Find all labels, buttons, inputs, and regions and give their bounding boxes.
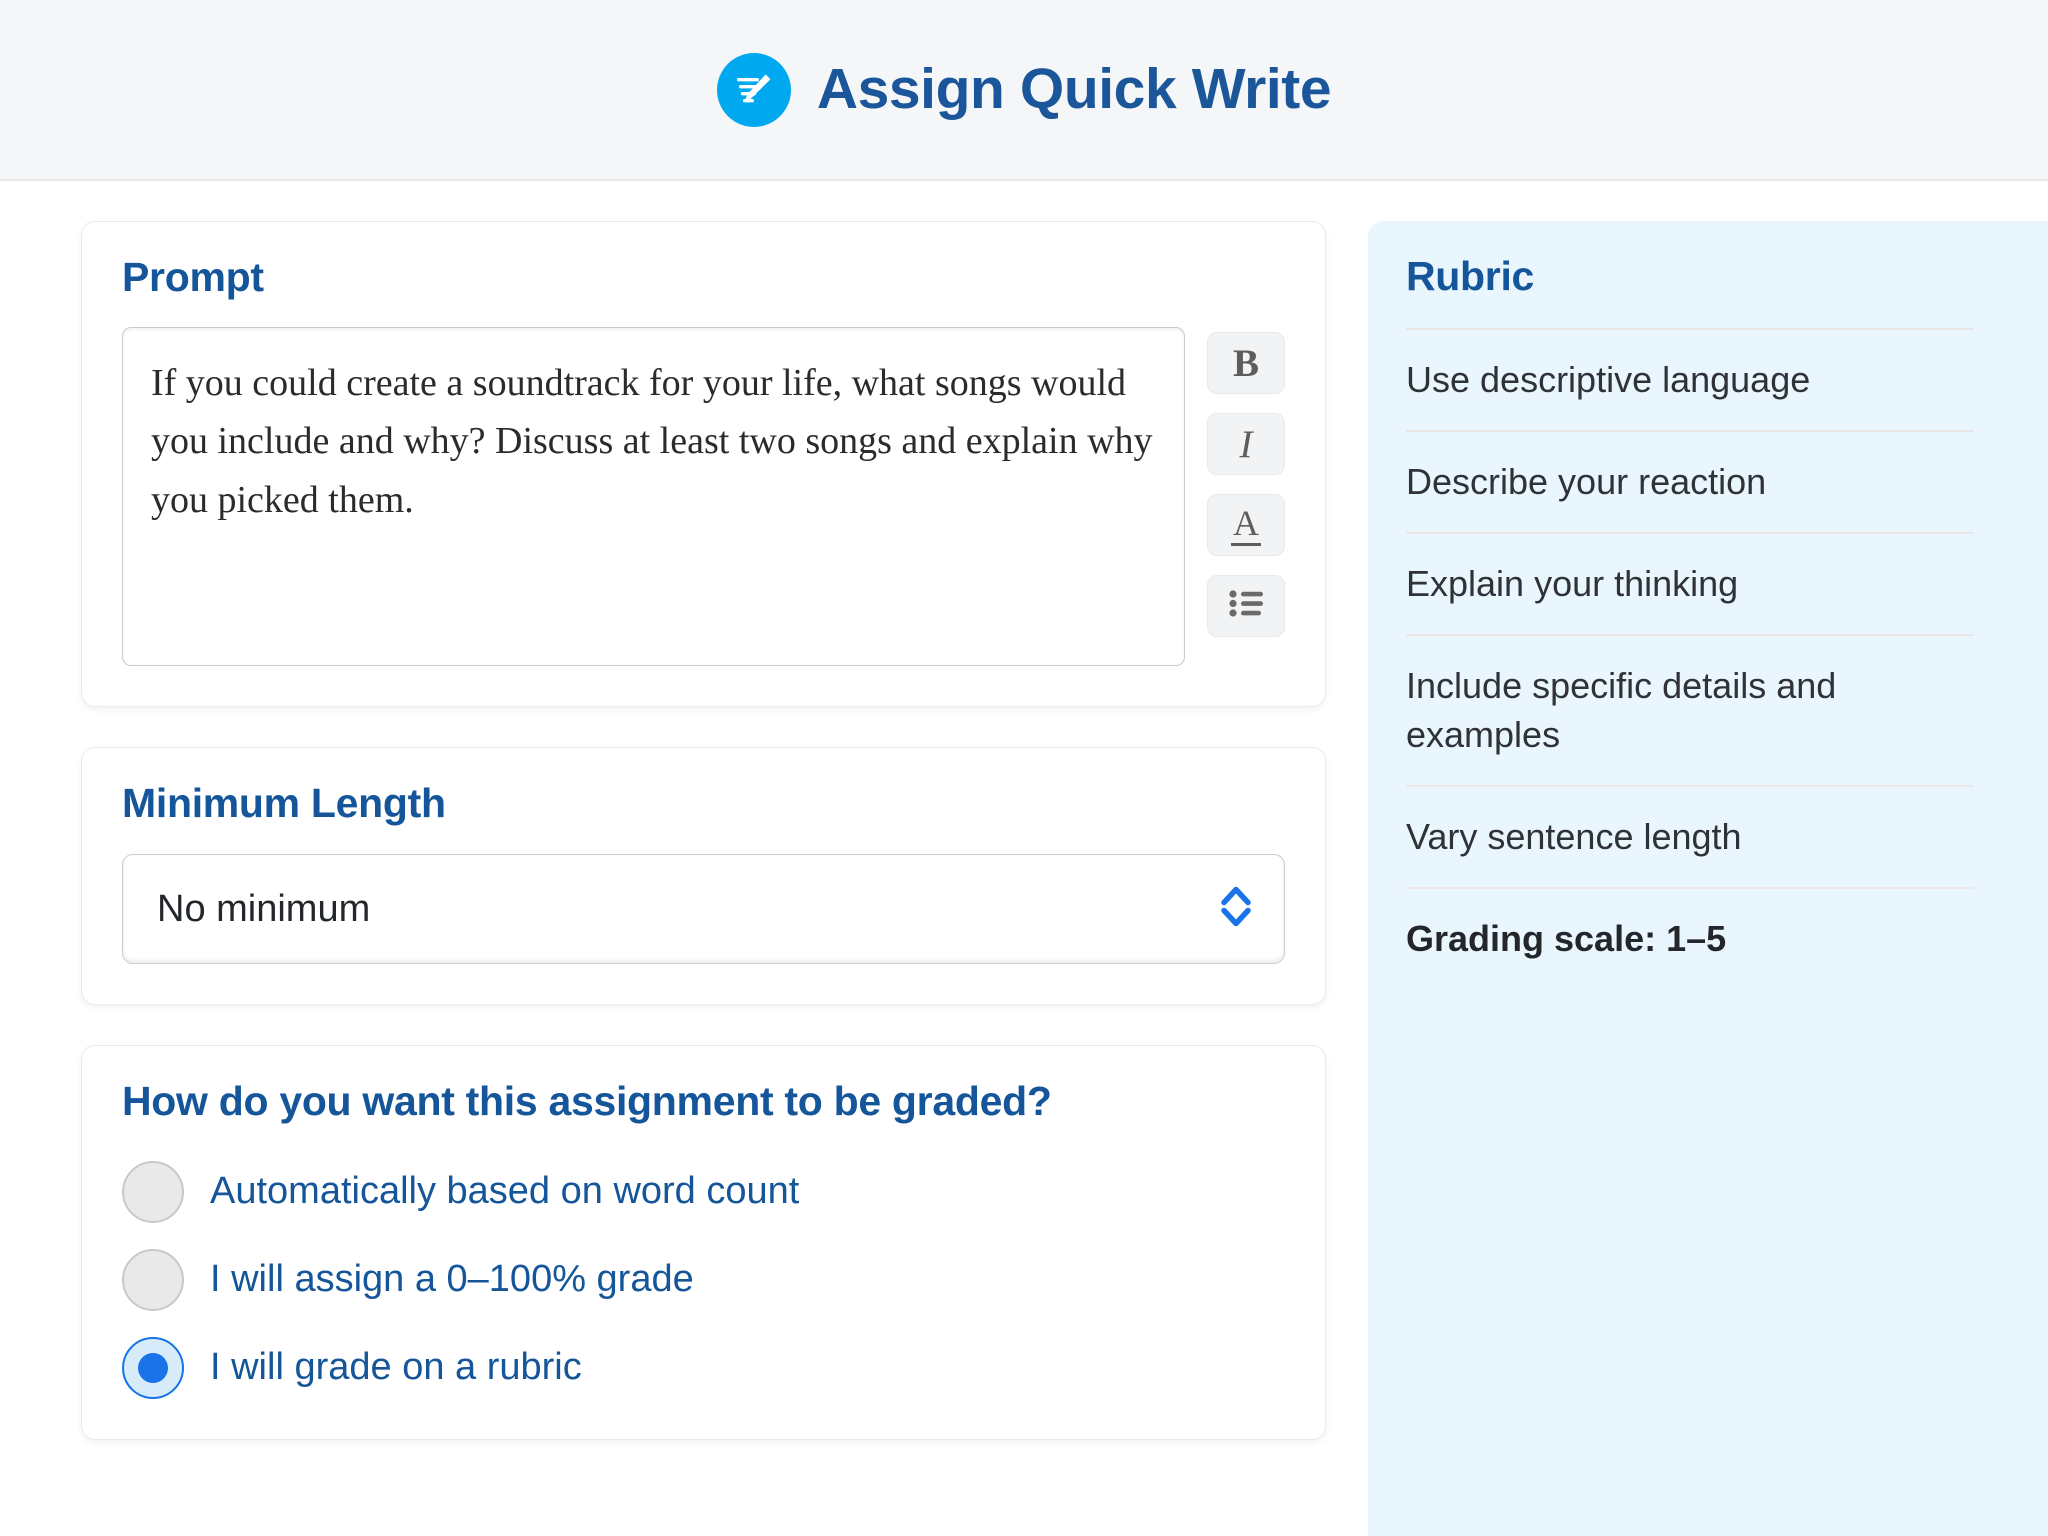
radio-unchecked-icon[interactable]	[122, 1248, 184, 1311]
italic-button[interactable]: I	[1207, 413, 1285, 476]
grading-option-word-count[interactable]: Automatically based on word count	[122, 1160, 1285, 1223]
list-item: Use descriptive language	[1406, 328, 1974, 430]
prompt-text: If you could create a soundtrack for you…	[151, 362, 1153, 521]
prompt-editor-row: If you could create a soundtrack for you…	[122, 327, 1285, 667]
formatting-toolbar: B I A	[1207, 327, 1285, 638]
rubric-list: Use descriptive language Describe your r…	[1406, 328, 1974, 887]
quick-write-pencil-icon	[716, 52, 791, 127]
bulleted-list-icon	[1229, 590, 1263, 622]
list-item: Vary sentence length	[1406, 785, 1974, 887]
app-header: Assign Quick Write	[0, 0, 2048, 181]
minimum-length-select-wrap: No minimum	[122, 853, 1285, 964]
rubric-title: Rubric	[1406, 253, 1535, 299]
minimum-length-select[interactable]: No minimum	[122, 853, 1285, 964]
grading-option-percent-grade[interactable]: I will assign a 0–100% grade	[122, 1248, 1285, 1311]
radio-checked-icon[interactable]	[122, 1336, 184, 1399]
prompt-card-title: Prompt	[122, 254, 264, 300]
bold-icon: B	[1232, 341, 1259, 385]
grading-scale-text: Grading scale: 1–5	[1406, 886, 1974, 963]
grading-method-title: How do you want this assignment to be gr…	[122, 1077, 1052, 1124]
minimum-length-title: Minimum Length	[122, 780, 446, 827]
rubric-panel: Rubric Use descriptive language Describe…	[1368, 221, 2048, 1536]
left-column: Prompt If you could create a soundtrack …	[81, 221, 1326, 1480]
page-title: Assign Quick Write	[816, 57, 1332, 121]
grading-option-rubric[interactable]: I will grade on a rubric	[122, 1336, 1285, 1399]
italic-icon: I	[1239, 422, 1253, 466]
list-item: Include specific details and examples	[1406, 634, 1974, 785]
grading-option-label: Automatically based on word count	[210, 1169, 800, 1212]
grading-option-label: I will assign a 0–100% grade	[210, 1257, 694, 1300]
prompt-card: Prompt If you could create a soundtrack …	[81, 221, 1326, 708]
list-item: Explain your thinking	[1406, 532, 1974, 634]
list-item: Describe your reaction	[1406, 430, 1974, 532]
grading-method-card: How do you want this assignment to be gr…	[81, 1044, 1326, 1440]
underline-button[interactable]: A	[1207, 494, 1285, 557]
grading-option-label: I will grade on a rubric	[210, 1345, 582, 1388]
page-body: Prompt If you could create a soundtrack …	[0, 181, 2048, 1536]
prompt-textarea[interactable]: If you could create a soundtrack for you…	[122, 327, 1185, 667]
minimum-length-card: Minimum Length No minimum	[81, 747, 1326, 1005]
radio-unchecked-icon[interactable]	[122, 1160, 184, 1223]
minimum-length-value: No minimum	[157, 887, 371, 930]
bulleted-list-button[interactable]	[1207, 575, 1285, 638]
bold-button[interactable]: B	[1207, 332, 1285, 395]
underline-icon: A	[1231, 504, 1261, 546]
